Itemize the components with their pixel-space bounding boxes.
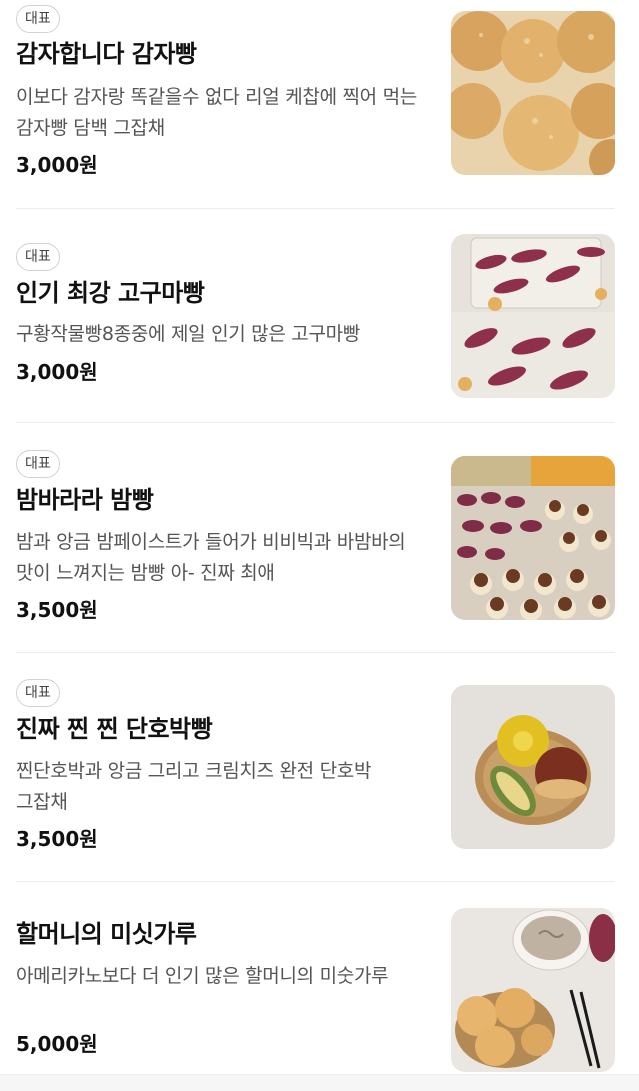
menu-item-name: 감자합니다 감자빵 xyxy=(16,40,197,68)
menu-item-misutgaru[interactable]: 할머니의 미싯가루 아메리카노보다 더 인기 많은 할머니의 미숫가루 5,00… xyxy=(16,882,615,1074)
chestnut-bread-photo xyxy=(451,456,615,620)
menu-item-price: 3,000원 xyxy=(16,360,98,384)
menu-item-description: 찐단호박과 앙금 그리고 크림치즈 완전 단호박 그잡채 xyxy=(16,760,372,813)
menu-item-name: 할머니의 미싯가루 xyxy=(16,920,197,948)
menu-item-description: 밤과 앙금 밤페이스트가 들어가 비비빅과 바밤바의 맛이 느껴지는 밤빵 아-… xyxy=(16,531,406,584)
menu-item-description: 이보다 감자랑 똑같을수 없다 리얼 케찹에 찍어 먹는 감자빵 담백 그잡채 xyxy=(16,86,417,139)
menu-item-potato-bread[interactable]: 대표 감자합니다 감자빵 이보다 감자랑 똑같을수 없다 리얼 케찹에 찍어 먹… xyxy=(16,0,615,208)
menu-item-name: 인기 최강 고구마빵 xyxy=(16,279,205,307)
menu-item-chestnut-bread[interactable]: 대표 밤바라라 밤빵 밤과 앙금 밤페이스트가 들어가 비비빅과 바밤바의 맛이… xyxy=(16,423,615,652)
menu-item-price: 5,000원 xyxy=(16,1032,98,1056)
menu-item-sweet-potato-bread[interactable]: 대표 인기 최강 고구마빵 구황작물빵8종중에 제일 인기 많은 고구마빵 3,… xyxy=(16,209,615,422)
representative-badge: 대표 xyxy=(16,243,60,271)
menu-item-price: 3,500원 xyxy=(16,827,98,851)
sweet-potato-bread-photo xyxy=(451,234,615,398)
potato-bread-photo xyxy=(451,11,615,175)
misutgaru-drink-photo xyxy=(451,908,615,1072)
menu-item-price: 3,000원 xyxy=(16,153,98,177)
menu-item-price: 3,500원 xyxy=(16,598,98,622)
bottom-bar xyxy=(0,1074,639,1091)
representative-badge: 대표 xyxy=(16,679,60,707)
representative-badge: 대표 xyxy=(16,450,60,478)
menu-list: 대표 감자합니다 감자빵 이보다 감자랑 똑같을수 없다 리얼 케찹에 찍어 먹… xyxy=(0,0,639,1091)
menu-item-name: 밤바라라 밤빵 xyxy=(16,486,154,514)
menu-item-description: 구황작물빵8종중에 제일 인기 많은 고구마빵 xyxy=(16,323,360,345)
menu-item-name: 진짜 찐 찐 단호박빵 xyxy=(16,715,213,743)
representative-badge: 대표 xyxy=(16,5,60,33)
menu-item-description: 아메리카노보다 더 인기 많은 할머니의 미숫가루 xyxy=(16,965,389,987)
menu-item-pumpkin-bread[interactable]: 대표 진짜 찐 찐 단호박빵 찐단호박과 앙금 그리고 크림치즈 완전 단호박 … xyxy=(16,653,615,881)
pumpkin-bread-photo xyxy=(451,685,615,849)
